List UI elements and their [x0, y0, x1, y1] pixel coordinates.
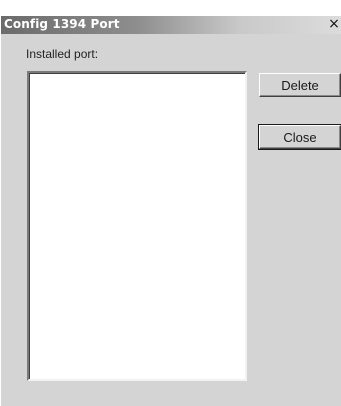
close-icon[interactable]: ×	[327, 15, 341, 33]
title-bar[interactable]: Config 1394 Port ×	[1, 16, 341, 34]
close-button[interactable]: Close	[258, 124, 341, 150]
installed-port-list[interactable]	[27, 71, 247, 381]
config-1394-port-dialog: Config 1394 Port × Installed port: Delet…	[0, 16, 341, 406]
installed-port-label: Installed port:	[26, 47, 99, 61]
delete-button[interactable]: Delete	[259, 73, 341, 97]
window-title: Config 1394 Port	[4, 17, 120, 31]
